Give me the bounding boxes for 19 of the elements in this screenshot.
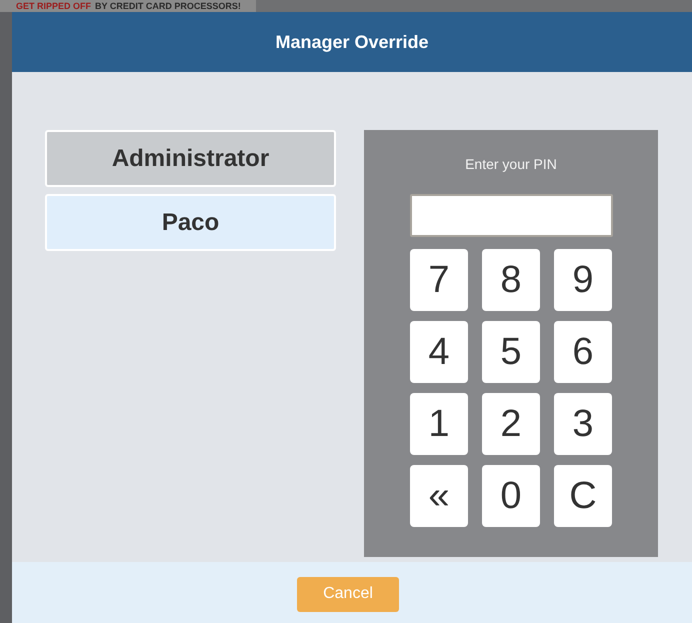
banner-text: BY CREDIT CARD PROCESSORS! (95, 0, 241, 12)
banner-text: GET RIPPED OFF (16, 0, 92, 12)
pin-prompt: Enter your PIN (465, 156, 557, 172)
dialog-title: Manager Override (275, 32, 429, 52)
keypad-key[interactable]: 2 (482, 393, 540, 455)
keypad-key[interactable]: 3 (554, 393, 612, 455)
keypad-key[interactable]: 4 (410, 321, 468, 383)
keypad-key[interactable]: 6 (554, 321, 612, 383)
keypad-key[interactable]: 7 (410, 249, 468, 311)
user-button[interactable]: Administrator (45, 130, 336, 187)
keypad-key[interactable]: 9 (554, 249, 612, 311)
keypad-key[interactable]: « (410, 465, 468, 527)
pin-field[interactable] (410, 194, 612, 237)
keypad-key[interactable]: 0 (482, 465, 540, 527)
keypad-key[interactable]: 5 (482, 321, 540, 383)
user-button[interactable]: Paco (45, 194, 336, 251)
keypad-key[interactable]: 8 (482, 249, 540, 311)
keypad-key[interactable]: 1 (410, 393, 468, 455)
keypad-key[interactable]: C (554, 465, 612, 527)
